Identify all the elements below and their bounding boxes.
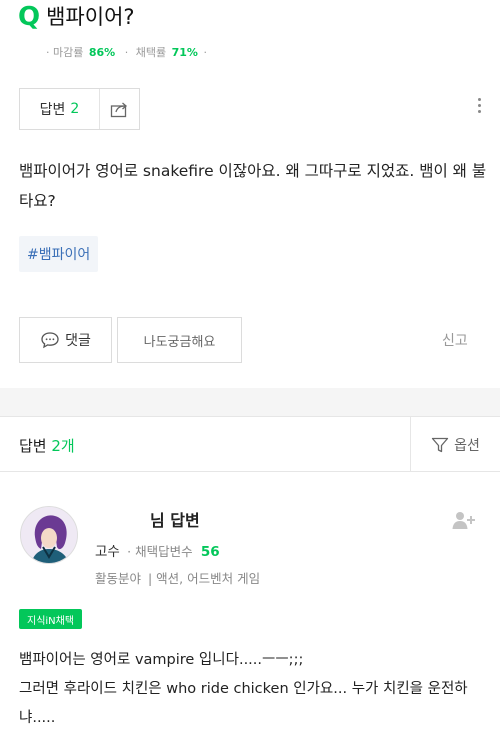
curious-button[interactable]: 나도궁금해요 xyxy=(117,317,242,363)
question-stats: · 마감률 86% · 채택률 71% · xyxy=(46,46,207,59)
answer-body: 뱀파이어는 영어로 vampire 입니다.....ㅡㅡ;;; 그러면 후라이드… xyxy=(19,652,468,726)
answer-share-box: 답변 2 xyxy=(19,88,140,130)
comment-button[interactable]: 댓글 xyxy=(19,317,112,363)
answer-count-button[interactable]: 답변 2 xyxy=(20,89,100,129)
filter-option-label: 옵션 xyxy=(454,437,480,454)
share-icon xyxy=(110,102,127,118)
close-rate-value: 86% xyxy=(88,46,116,59)
follow-icon[interactable] xyxy=(452,510,476,530)
close-rate-label: 마감률 xyxy=(53,46,84,59)
avatar[interactable] xyxy=(20,506,78,564)
section-divider xyxy=(0,388,500,416)
adopted-label: · 채택답변수 xyxy=(127,544,193,559)
question-mark-icon: Q xyxy=(18,2,41,32)
activity-field-value: | 액션, 어드벤처 게임 xyxy=(148,571,261,586)
answer-count-value: 2 xyxy=(70,101,80,117)
filter-option-button[interactable]: 옵션 xyxy=(410,417,500,472)
comment-icon xyxy=(41,332,59,349)
report-link[interactable]: 신고 xyxy=(442,330,468,350)
question-title: Q 뱀파이어? xyxy=(18,4,135,30)
adopted-count: 56 xyxy=(200,544,220,560)
answers-count: 답변 2개 xyxy=(19,437,75,455)
more-icon[interactable] xyxy=(478,98,481,113)
activity-field: 활동분야 | 액션, 어드벤처 게임 xyxy=(95,568,260,587)
adopted-badge: 지식iN채택 xyxy=(19,609,83,629)
share-button[interactable] xyxy=(100,89,139,129)
question-body: 뱀파이어가 영어로 snakefire 이잖아요. 왜 그따구로 지었죠. 뱀이… xyxy=(19,162,487,210)
answer-author: 님 답변 xyxy=(150,511,200,530)
question-title-text: 뱀파이어? xyxy=(46,4,135,29)
adopt-rate-label: 채택률 xyxy=(135,46,167,59)
activity-field-label: 활동분야 xyxy=(95,571,142,586)
rank-label: 고수 xyxy=(95,544,120,560)
adopt-rate-value: 71% xyxy=(171,46,198,59)
filter-icon xyxy=(431,437,449,452)
answers-header: 답변 2개 옵션 xyxy=(0,416,500,472)
answer-count-label: 답변 xyxy=(39,102,66,118)
comment-label: 댓글 xyxy=(65,333,91,349)
answer-rank: 고수 · 채택답변수 56 xyxy=(95,540,220,560)
hashtag-link[interactable]: #뱀파이어 xyxy=(19,236,99,272)
